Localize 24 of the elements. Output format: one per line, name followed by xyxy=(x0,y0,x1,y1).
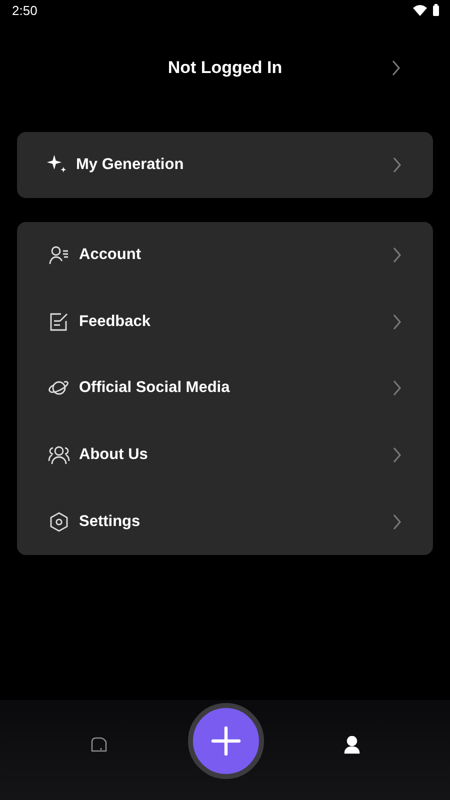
chevron-icon xyxy=(392,246,402,264)
home-tab[interactable] xyxy=(90,737,108,753)
people-icon xyxy=(48,445,70,466)
menu-item[interactable]: Feedback xyxy=(17,288,433,356)
wifi-icon xyxy=(413,4,427,16)
chevron-icon xyxy=(392,446,402,464)
edit-note-icon xyxy=(49,312,69,332)
plus-icon xyxy=(211,726,241,756)
menu-item[interactable]: Account xyxy=(17,222,433,289)
chevron-icon xyxy=(392,379,402,398)
battery-icon xyxy=(433,4,439,16)
profile-tab[interactable] xyxy=(344,736,360,754)
login-button[interactable]: Not Logged In xyxy=(0,20,450,116)
menu-item[interactable]: My Generation xyxy=(17,132,433,198)
chevron-icon xyxy=(391,59,401,77)
menu-item[interactable]: Official Social Media xyxy=(17,355,433,422)
user-icon xyxy=(49,245,69,266)
settings-icon xyxy=(49,512,69,532)
menu-item[interactable]: About Us xyxy=(17,422,433,488)
status-time: 2:50 xyxy=(12,2,38,18)
chevron-icon xyxy=(392,312,402,331)
menu-item[interactable]: Settings xyxy=(17,488,433,555)
chevron-icon xyxy=(392,512,402,531)
chevron-icon xyxy=(392,156,402,174)
